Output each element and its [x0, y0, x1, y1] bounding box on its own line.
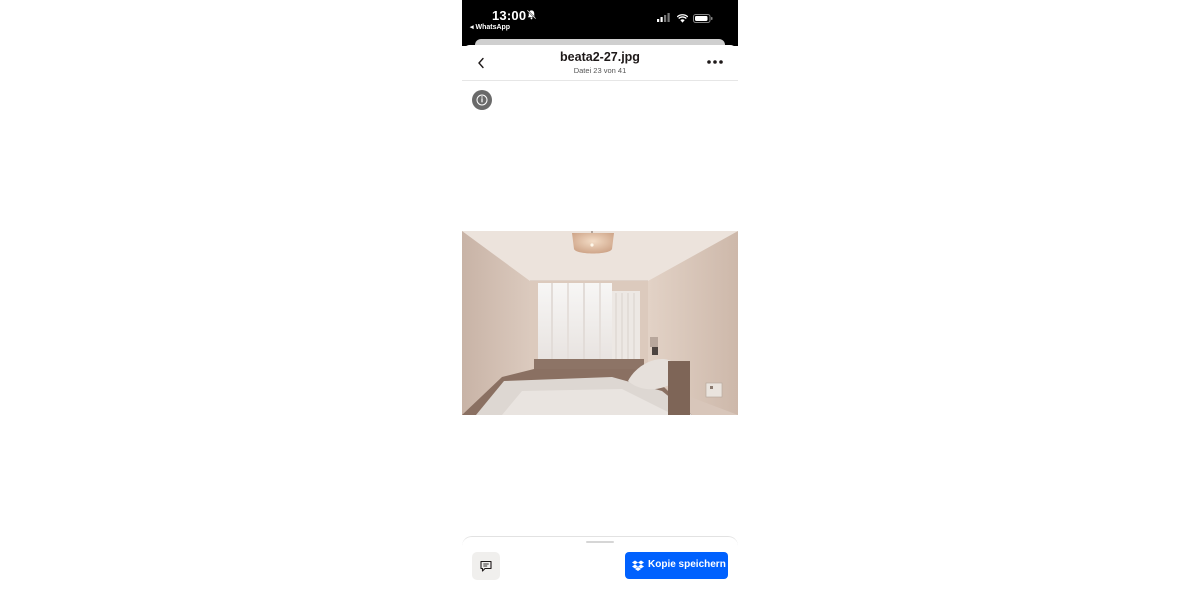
drag-handle[interactable] — [586, 541, 614, 543]
back-to-whatsapp-link[interactable]: ◂ WhatsApp — [470, 23, 510, 31]
cellular-signal-icon — [657, 13, 670, 22]
phone-screen: 13:00 ◂ WhatsApp beata2-27.jpg Datei 23 … — [462, 0, 738, 600]
save-copy-label: Kopie speichern — [648, 559, 726, 570]
info-icon — [476, 94, 488, 106]
wifi-icon — [677, 14, 688, 23]
comment-icon — [480, 560, 492, 572]
status-time: 13:00 — [492, 8, 527, 23]
dropbox-icon — [632, 560, 644, 571]
file-title: beata2-27.jpg — [560, 50, 640, 64]
bedroom-photo — [462, 231, 738, 415]
battery-icon — [693, 14, 713, 23]
viewer-header: beata2-27.jpg Datei 23 von 41 — [462, 45, 738, 81]
info-button[interactable] — [472, 90, 492, 110]
bell-slash-icon — [526, 9, 537, 20]
save-copy-button[interactable]: Kopie speichern — [625, 552, 728, 579]
bottom-action-bar: Kopie speichern — [462, 536, 738, 600]
comment-button[interactable] — [472, 552, 500, 580]
more-icon[interactable] — [706, 58, 724, 66]
file-position: Datei 23 von 41 — [573, 66, 627, 75]
